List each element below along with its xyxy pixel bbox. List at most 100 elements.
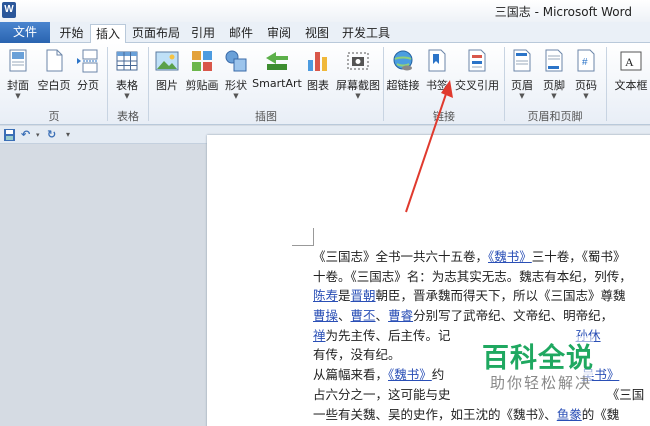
hyperlink-icon [393,50,413,71]
document-text-run: 、 [375,308,389,324]
page-break-icon [77,49,98,73]
tab-page-layout[interactable]: 页面布局 [130,24,182,43]
document-text-run: 约 [431,367,445,383]
save-icon[interactable] [3,128,16,142]
cover-page-button[interactable]: 封面 ▼ [2,46,34,104]
smartart-button[interactable]: SmartArt [252,46,302,104]
chevron-down-icon: ▼ [519,92,525,100]
table-button[interactable]: 表格 ▼ [112,46,142,104]
document-text-run: 分别写了武帝纪、文帝纪、明帝纪， [413,308,614,324]
document-hyperlink[interactable]: 曹睿 [388,308,413,323]
page-break-label: 分页 [77,79,99,92]
picture-button[interactable]: 图片 [152,46,182,104]
smartart-icon [266,52,288,70]
undo-dropdown-icon[interactable]: ▾ [36,128,40,142]
tab-references[interactable]: 引用 [188,24,218,43]
group-separator [606,47,607,121]
bookmark-icon [428,49,446,72]
tab-view[interactable]: 视图 [302,24,332,43]
chart-icon [308,52,327,71]
shapes-icon [225,50,247,72]
document-hyperlink[interactable]: 晋朝 [351,288,376,303]
cross-reference-button[interactable]: 交叉引用 [453,46,501,104]
group-pages-label: 页 [48,110,60,123]
tab-home[interactable]: 开始 [55,24,88,43]
document-line[interactable]: 陈寿是晋朝朝臣，晋承魏而得天下，所以《三国志》尊魏 [313,286,650,306]
text-box-label: 文本框 [614,79,648,92]
tab-mailings[interactable]: 邮件 [226,24,256,43]
group-tables-label: 表格 [117,110,139,123]
chevron-down-icon: ▼ [583,92,589,100]
document-line[interactable]: 《三国志》全书一共六十五卷，《魏书》三十卷，《蜀书》 [313,247,650,267]
document-text-run: 为先主传、后主传。记 [325,327,451,343]
watermark-title: 百科全说 [482,336,594,375]
redo-icon[interactable]: ↻ [47,128,56,142]
document-text-run: 从篇幅来看， [313,367,389,383]
table-icon [116,51,138,71]
chevron-down-icon: ▼ [15,92,21,100]
tab-developer[interactable]: 开发工具 [340,24,392,43]
shapes-button[interactable]: 形状 ▼ [222,46,250,104]
chevron-down-icon: ▼ [233,92,239,100]
smartart-label: SmartArt [252,77,302,90]
document-text-run: 朝臣，晋承魏而得天下，所以《三国志》尊魏 [375,288,626,304]
document-text-run: 的《魏 [581,406,620,422]
document-text-run: 有传，没有纪。 [313,347,401,363]
document-line[interactable]: 一些有关魏、吴的史作，如王沈的《魏书》、鱼豢的《魏 [313,405,650,425]
text-box-button[interactable]: A 文本框 [610,46,650,104]
group-illustrations-label: 插图 [255,110,277,123]
window-title: 三国志 - Microsoft Word [494,5,632,19]
document-line[interactable]: 十卷。《三国志》名：为志其实无志。魏志有本纪，列传， [313,267,650,287]
document-text-run: 一些有关魏、吴的史作，如王沈的《魏书》、 [313,406,557,422]
screenshot-button[interactable]: 屏幕截图 ▼ [334,46,382,104]
cross-reference-label: 交叉引用 [455,79,499,92]
document-hyperlink[interactable]: 曹丕 [351,308,376,323]
blank-page-button[interactable]: 空白页 [36,46,72,104]
document-hyperlink[interactable]: 曹操 [313,308,338,323]
group-separator [148,47,149,121]
title-bar: W 三国志 - Microsoft Word [0,0,650,22]
ribbon-tab-row: 文件 开始 插入 页面布局 引用 邮件 审阅 视图 开发工具 [0,22,650,43]
document-hyperlink[interactable]: 《魏书》 [488,249,532,264]
header-button[interactable]: 页眉 ▼ [508,46,536,104]
document-hyperlink[interactable]: 鱼豢 [557,407,582,422]
clip-art-button[interactable]: 剪贴画 [184,46,220,104]
cover-page-icon [9,49,27,72]
tab-review[interactable]: 审阅 [264,24,294,43]
table-label: 表格 [116,79,138,92]
screenshot-icon [347,52,369,70]
page-break-button[interactable]: 分页 [73,46,103,104]
tab-file[interactable]: 文件 [0,22,50,43]
document-text-run: 占六分之一，这可能与史 [313,386,451,402]
blank-page-icon [46,49,63,72]
svg-text:#: # [582,57,588,68]
tab-insert[interactable]: 插入 [90,24,126,43]
footer-button[interactable]: 页脚 ▼ [540,46,568,104]
word-app-icon[interactable]: W [2,2,16,18]
margin-corner-mark [292,228,314,246]
ribbon-insert: 封面 ▼ 空白页 分页 页 表格 ▼ 表格 图片 剪贴画 形状 ▼ SmartA… [0,43,650,125]
page-number-button[interactable]: # 页码 ▼ [572,46,600,104]
picture-icon [155,51,179,71]
shapes-label: 形状 [225,79,247,92]
cover-page-label: 封面 [7,79,29,92]
undo-icon[interactable]: ↶ [21,128,30,142]
svg-text:A: A [625,55,634,69]
chevron-down-icon: ▼ [355,92,361,100]
chevron-down-icon: ▼ [551,92,557,100]
document-hyperlink[interactable]: 陈寿 [313,288,338,303]
document-text-run: 、 [338,308,351,324]
picture-label: 图片 [156,79,178,92]
chart-button[interactable]: 图表 [304,46,332,104]
document-hyperlink[interactable]: 《魏书》 [388,367,432,382]
page-number-label: 页码 [575,79,597,92]
footer-icon [545,49,563,72]
document-line[interactable]: 占六分之一，这可能与史 《三国 [313,385,650,405]
customize-toolbar-icon[interactable]: ▾ [66,128,70,142]
document-hyperlink[interactable]: 禅 [313,328,326,343]
screenshot-label: 屏幕截图 [336,79,380,92]
document-line[interactable]: 曹操、曹丕、曹睿分别写了武帝纪、文帝纪、明帝纪， [313,306,650,326]
cross-reference-icon [468,49,486,72]
header-icon [513,49,531,72]
group-header-footer-label: 页眉和页脚 [527,110,583,123]
